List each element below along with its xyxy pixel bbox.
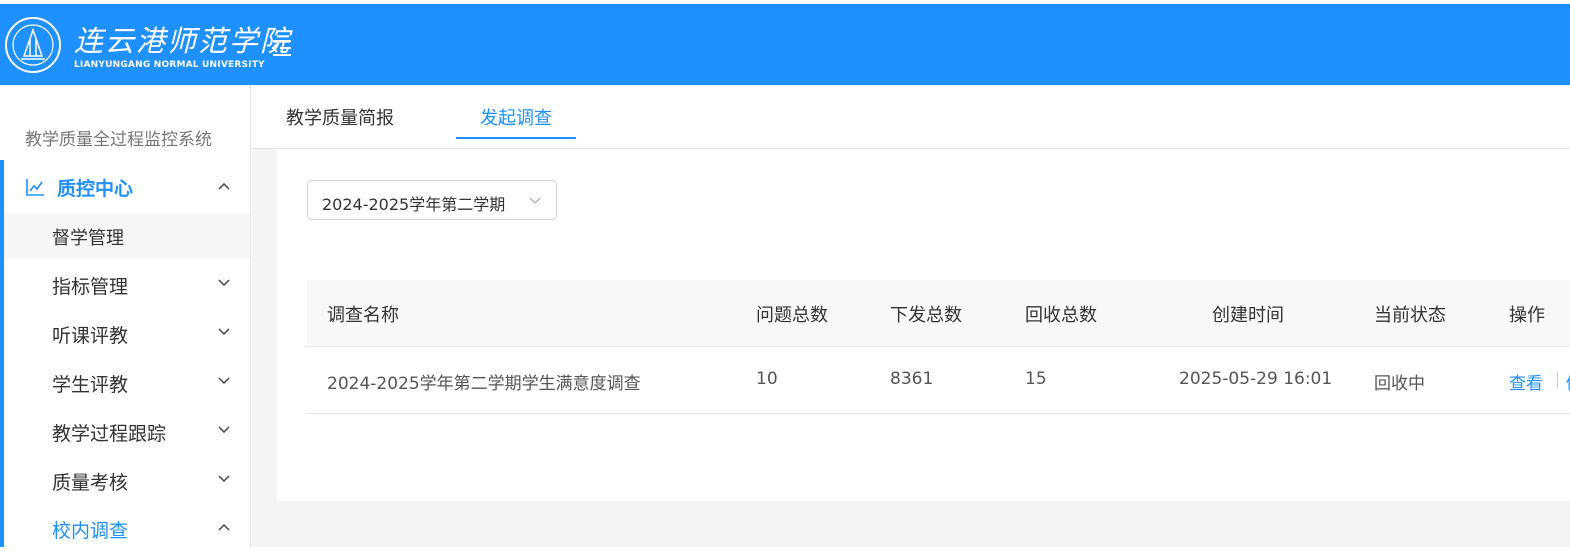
university-seal-logo [5, 17, 61, 73]
tab-bar: 教学质量简报 发起调查 [252, 85, 1570, 149]
active-tab-indicator [456, 137, 576, 139]
column-header-status: 当前状态 [1374, 305, 1446, 326]
edit-button[interactable]: 修 [1566, 369, 1570, 394]
chevron-up-icon [218, 523, 230, 531]
status-cell: 回收中 [1374, 374, 1425, 394]
column-header-questions: 问题总数 [756, 305, 828, 326]
sidebar-item-label: 学生评教 [52, 374, 129, 396]
semester-select-value: 2024-2025学年第二学期 [322, 195, 506, 214]
sidebar-group-quality-center[interactable]: 质控中心 [4, 161, 250, 213]
sidebar-item-lecture-evaluation[interactable]: 听课评教 [4, 308, 250, 356]
chevron-down-icon [218, 328, 230, 336]
university-name: 连云港师范学院 [74, 24, 292, 58]
line-chart-icon [26, 179, 44, 196]
table-header: 调查名称 问题总数 下发总数 回收总数 创建时间 当前状态 操作 [307, 280, 1570, 347]
sidebar-item-label: 指标管理 [52, 276, 129, 298]
sidebar-item-label: 教学过程跟踪 [52, 423, 167, 445]
survey-name-cell: 2024-2025学年第二学期学生满意度调查 [327, 374, 641, 394]
tab-launch-survey[interactable]: 发起调查 [480, 104, 552, 130]
main-content: 教学质量简报 发起调查 2024-2025学年第二学期 调查名称 问题总数 下发… [252, 85, 1570, 547]
chevron-down-icon [218, 279, 230, 287]
view-button[interactable]: 查看 [1509, 369, 1543, 394]
chevron-down-icon [529, 197, 541, 204]
column-header-created: 创建时间 [1212, 305, 1284, 326]
action-divider [1557, 372, 1558, 388]
sidebar-item-campus-survey[interactable]: 校内调查 [4, 503, 250, 551]
sidebar-item-indicators[interactable]: 指标管理 [4, 259, 250, 307]
chevron-down-icon [218, 377, 230, 385]
sidebar-item-student-evaluation[interactable]: 学生评教 [4, 357, 250, 405]
tab-teaching-quality-brief[interactable]: 教学质量简报 [286, 104, 394, 130]
chevron-down-icon [218, 426, 230, 434]
column-header-name: 调查名称 [327, 305, 399, 326]
column-header-issued: 下发总数 [890, 305, 962, 326]
survey-panel: 2024-2025学年第二学期 调查名称 问题总数 下发总数 回收总数 创建时间… [277, 149, 1570, 501]
system-title: 教学质量全过程监控系统 [25, 130, 212, 150]
sidebar-item-label: 校内调查 [52, 520, 129, 542]
chevron-up-icon [218, 182, 230, 190]
sidebar-item-quality-assessment[interactable]: 质量考核 [4, 455, 250, 503]
sidebar-item-process-tracking[interactable]: 教学过程跟踪 [4, 406, 250, 454]
semester-select[interactable]: 2024-2025学年第二学期 [307, 180, 557, 220]
chevron-down-icon [218, 475, 230, 483]
collected-count-cell: 15 [1025, 369, 1047, 389]
column-header-collected: 回收总数 [1025, 305, 1097, 326]
sidebar-group-label: 质控中心 [57, 178, 134, 200]
sidebar-item-label: 听课评教 [52, 325, 129, 347]
sidebar-item-label: 质量考核 [52, 472, 129, 494]
university-name-english: LIANYUNGANG NORMAL UNIVERSITY [74, 60, 265, 70]
table-row: 2024-2025学年第二学期学生满意度调查 10 8361 15 2025-0… [307, 347, 1570, 414]
sidebar-item-label: 督学管理 [52, 228, 124, 249]
created-time-cell: 2025-05-29 16:01 [1179, 369, 1333, 389]
question-count-cell: 10 [756, 369, 778, 389]
top-bar: 连云港师范学院 LIANYUNGANG NORMAL UNIVERSITY [0, 4, 1570, 85]
menu-fold-icon[interactable] [271, 38, 293, 58]
column-header-actions: 操作 [1509, 305, 1545, 326]
sidebar: 教学质量全过程监控系统 质控中心 督学管理 指标管理 听课评教 学生评教 教学过… [0, 85, 251, 547]
sidebar-item-supervision[interactable]: 督学管理 [4, 213, 250, 259]
issued-count-cell: 8361 [890, 369, 934, 389]
